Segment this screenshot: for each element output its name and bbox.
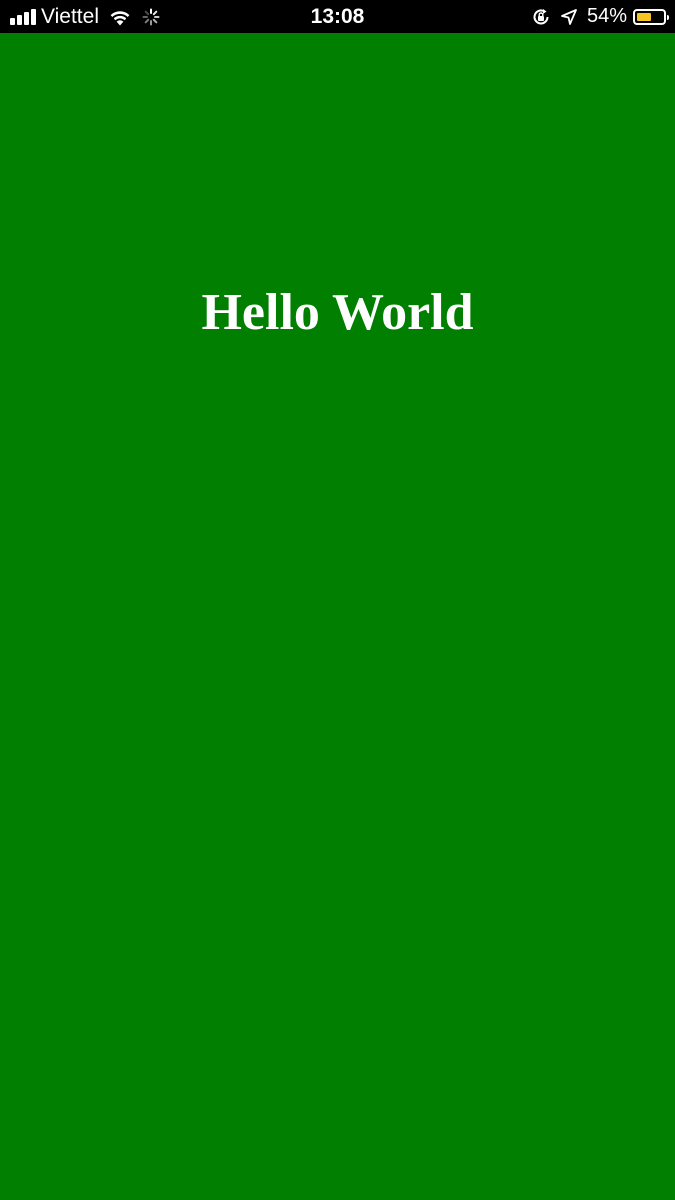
page-heading: Hello World [201,284,474,341]
carrier-name: Viettel [41,5,99,28]
rotation-lock-icon [531,7,551,27]
battery-icon [633,8,669,25]
signal-icon [10,8,36,25]
battery-level-fill [637,12,651,21]
status-bar-left: Viettel [10,0,160,33]
battery-percentage: 54% [586,5,627,27]
wifi-icon [108,8,132,26]
status-bar: Viettel 13:08 54% [0,0,675,33]
activity-spinner-icon [142,8,160,26]
status-bar-right: 54% [531,0,669,33]
location-icon [560,8,578,26]
